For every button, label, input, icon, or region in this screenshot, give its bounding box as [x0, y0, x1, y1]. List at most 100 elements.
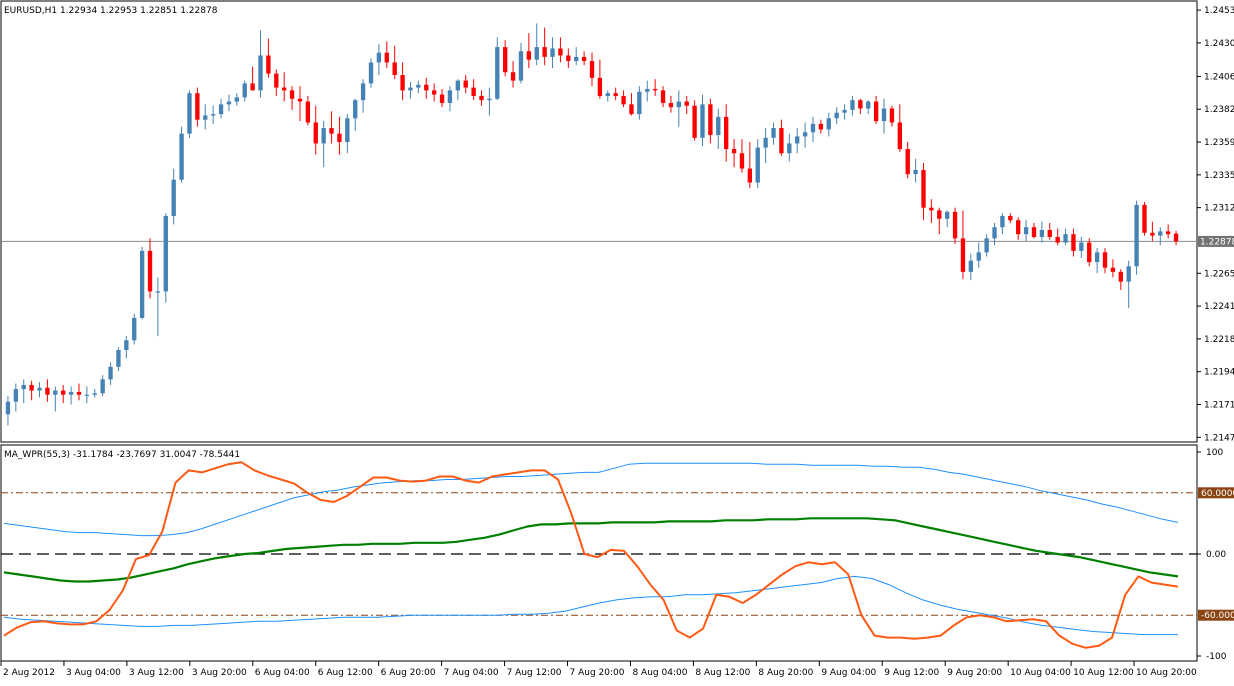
- candle-body: [471, 87, 476, 96]
- candle-body: [873, 101, 879, 122]
- price-tick-label: 1.21945: [1204, 368, 1234, 378]
- candle-body: [297, 98, 303, 102]
- candle-body: [810, 123, 816, 133]
- price-tick-label: 1.22650: [1204, 269, 1234, 279]
- candle-body: [566, 55, 571, 62]
- time-tick-label: 9 Aug 20:00: [947, 668, 1002, 678]
- candle-body: [37, 387, 42, 391]
- candle-body: [305, 101, 311, 123]
- candle-body: [621, 95, 626, 105]
- time-tick-label: 6 Aug 04:00: [255, 668, 310, 678]
- candle-body: [1165, 231, 1171, 235]
- candle-body: [984, 238, 989, 253]
- candle-body: [329, 128, 334, 134]
- time-tick-label: 3 Aug 20:00: [192, 668, 247, 678]
- chart-window: 1.24535 1.24300 1.24060 1.23825 1.23590 1.233…: [0, 0, 1234, 682]
- candle-body: [558, 48, 563, 56]
- candle-body: [581, 56, 587, 62]
- candle-body: [13, 389, 19, 402]
- candle-body: [495, 47, 500, 99]
- time-tick-label: 6 Aug 12:00: [318, 668, 373, 678]
- candle-body: [455, 80, 460, 91]
- candle-body: [526, 51, 532, 60]
- candle-body: [968, 260, 974, 272]
- candle-body: [431, 90, 437, 95]
- candle-body: [503, 47, 508, 73]
- candle-body: [1008, 216, 1013, 221]
- candle-body: [1000, 216, 1005, 228]
- candle-body: [116, 350, 121, 367]
- candle-body: [652, 88, 658, 91]
- candle-body: [913, 169, 918, 175]
- candle-body: [1016, 220, 1021, 235]
- candle-body: [613, 93, 618, 96]
- candle-body: [850, 100, 855, 110]
- candle-body: [589, 61, 595, 78]
- time-tick-label: 3 Aug 04:00: [66, 668, 121, 678]
- time-tick-label: 2 Aug 2012: [3, 668, 55, 678]
- candle-body: [76, 391, 82, 395]
- candle-body: [889, 108, 895, 123]
- candle-body: [187, 93, 192, 134]
- candle-body: [905, 149, 910, 175]
- time-tick-label: 10 Aug 12:00: [1073, 668, 1134, 678]
- price-tick-label: 1.22180: [1204, 335, 1234, 345]
- candle-body: [858, 100, 863, 109]
- candle-body: [353, 100, 358, 119]
- candle-body: [242, 83, 247, 98]
- price-tick-label: 1.23120: [1204, 204, 1234, 214]
- time-tick-label: 9 Aug 04:00: [821, 668, 876, 678]
- candle-body: [1071, 234, 1076, 251]
- candle-body: [692, 105, 697, 138]
- candle-body: [731, 149, 737, 154]
- time-tick-label: 3 Aug 12:00: [129, 668, 184, 678]
- candle-body: [510, 72, 516, 81]
- indicator-tick-label: -100: [1206, 652, 1227, 662]
- candle-body: [424, 84, 429, 91]
- candle-body: [645, 88, 650, 92]
- price-tick-label: 1.24300: [1204, 39, 1234, 49]
- candle-body: [416, 84, 421, 88]
- candle-body: [708, 104, 713, 136]
- candle-body: [463, 80, 468, 88]
- candle-body: [392, 62, 397, 76]
- candle-body: [1094, 252, 1100, 263]
- candle-body: [826, 118, 831, 130]
- price-tick-label: 1.23355: [1204, 171, 1234, 181]
- time-tick-label: 9 Aug 12:00: [884, 668, 939, 678]
- time-axis: 2 Aug 2012 3 Aug 04:00 3 Aug 12:00 3 Aug 20…: [0, 661, 1197, 678]
- time-tick-label: 10 Aug 20:00: [1136, 668, 1197, 678]
- candle-body: [479, 95, 484, 101]
- candle-body: [155, 291, 161, 293]
- candle-body: [897, 122, 902, 150]
- candle-body: [439, 94, 445, 103]
- candle-body: [234, 97, 240, 102]
- candle-body: [842, 109, 847, 113]
- candle-body: [881, 108, 887, 122]
- candle-body: [716, 116, 721, 136]
- candle-body: [163, 216, 168, 292]
- candle-body: [258, 55, 263, 91]
- candle-body: [834, 112, 839, 119]
- time-tick-label: 7 Aug 20:00: [570, 668, 625, 678]
- candle-body: [179, 133, 184, 180]
- candle-body: [637, 91, 642, 115]
- indicator-tick-label: 100: [1206, 448, 1223, 458]
- candle-body: [1063, 234, 1068, 243]
- candle-body: [108, 366, 113, 380]
- candle-body: [684, 101, 689, 106]
- time-tick-label: 8 Aug 20:00: [758, 668, 813, 678]
- indicator-tick-label: 0.00: [1206, 550, 1226, 560]
- candle-body: [1158, 231, 1163, 236]
- price-tick-label: 1.24060: [1204, 72, 1234, 82]
- candle-body: [802, 132, 808, 137]
- candle-body: [400, 75, 405, 91]
- candle-body: [929, 207, 934, 211]
- candle-body: [282, 87, 287, 91]
- candle-body: [1047, 229, 1052, 237]
- candle-body: [542, 47, 547, 57]
- candle-body: [1142, 204, 1147, 233]
- candle-body: [668, 102, 674, 108]
- chart-canvas: 1.24535 1.24300 1.24060 1.23825 1.23590 1.233…: [0, 0, 1234, 678]
- candle-body: [866, 101, 871, 109]
